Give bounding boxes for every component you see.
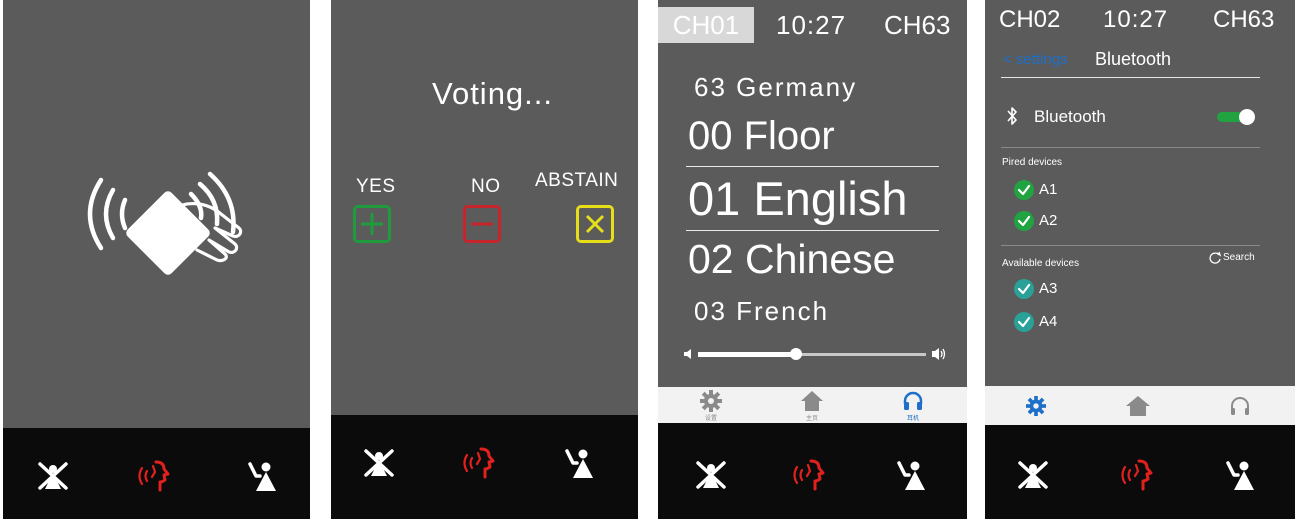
home-tab[interactable]: 主页 (797, 390, 827, 422)
check-icon (1014, 211, 1034, 231)
paired-device-item[interactable]: A1 (1039, 181, 1057, 198)
available-devices-header: Available devices (1002, 258, 1080, 269)
yes-label: YES (356, 176, 396, 197)
bottom-action-bar (331, 415, 638, 519)
volume-low-icon (684, 349, 691, 359)
volume-slider[interactable] (683, 346, 948, 362)
refresh-icon (1209, 251, 1222, 264)
plus-icon (361, 213, 383, 235)
divider (1001, 77, 1260, 78)
search-label: Search (1223, 252, 1255, 263)
settings-caption: 设置 (704, 416, 717, 422)
bluetooth-icon (1007, 107, 1017, 125)
bottom-action-bar (985, 425, 1295, 519)
paired-device-item[interactable]: A2 (1039, 212, 1057, 229)
paired-devices-header: Pired devices (1002, 157, 1063, 168)
nfc-tap-icon (87, 171, 243, 275)
speaking-icon[interactable] (791, 459, 827, 491)
raise-hand-icon[interactable] (247, 460, 277, 492)
yes-button[interactable] (353, 205, 391, 243)
bluetooth-toggle[interactable] (1217, 109, 1257, 125)
headphone-caption: 耳机 (906, 416, 919, 422)
speaking-icon[interactable] (1119, 459, 1155, 491)
page-title: Bluetooth (1095, 49, 1172, 69)
settings-tab[interactable]: 设置 (696, 390, 726, 422)
toggle-knob (1239, 109, 1255, 125)
panel-nfc-card (3, 0, 310, 519)
headphone-tab[interactable]: 耳机 (898, 390, 928, 422)
status-header: CH01 10:27 CH63 (658, 7, 967, 43)
check-icon (1014, 279, 1034, 299)
check-icon (1014, 312, 1034, 332)
available-device-item[interactable]: A3 (1039, 280, 1057, 297)
divider (1001, 245, 1260, 246)
speaking-icon[interactable] (136, 460, 172, 492)
raise-hand-icon[interactable] (1225, 459, 1255, 491)
channel-item[interactable]: 02 Chinese (688, 236, 895, 283)
total-channels: CH63 (884, 10, 951, 40)
back-link[interactable]: < settings (1003, 51, 1068, 68)
divider (686, 230, 939, 231)
bottom-action-bar (658, 423, 967, 519)
mic-off-person-icon[interactable] (1018, 460, 1048, 490)
total-channels: CH63 (1213, 6, 1275, 33)
divider (1001, 147, 1260, 148)
speaking-icon[interactable] (461, 447, 497, 479)
channel-item[interactable]: 63 Germany (694, 72, 857, 103)
minus-icon (471, 222, 493, 226)
abstain-label: ABSTAIN (535, 170, 619, 191)
voting-title: Voting... (431, 76, 554, 111)
headphone-icon (903, 391, 923, 410)
panel-bluetooth-settings: CH02 10:27 CH63 < settings Bluetooth Blu… (985, 0, 1295, 519)
headphone-icon[interactable] (1229, 396, 1251, 416)
current-channel-tab[interactable]: CH01 (658, 7, 754, 43)
abstain-button[interactable] (576, 205, 614, 243)
no-button[interactable] (463, 205, 501, 243)
current-channel: CH02 (999, 6, 1061, 33)
channel-item[interactable]: 03 French (694, 296, 829, 327)
volume-knob[interactable] (790, 348, 803, 360)
mic-off-person-icon[interactable] (696, 460, 726, 490)
clock: 10:27 (776, 10, 847, 40)
mic-off-person-icon[interactable] (364, 448, 394, 478)
home-caption: 主页 (805, 416, 818, 422)
volume-fill (698, 352, 797, 357)
clock: 10:27 (1103, 6, 1169, 33)
mic-off-person-icon[interactable] (38, 461, 68, 491)
channel-item[interactable]: 00 Floor (688, 114, 835, 159)
panel-voting: Voting... YES NO ABSTAIN (331, 0, 638, 519)
home-icon[interactable] (1126, 396, 1150, 416)
bluetooth-row-label: Bluetooth (1034, 107, 1106, 126)
bottom-action-bar (3, 428, 310, 519)
home-icon (801, 391, 823, 411)
raise-hand-icon[interactable] (896, 459, 926, 491)
check-icon (1014, 180, 1034, 200)
no-label: NO (471, 176, 501, 197)
cross-icon (585, 214, 605, 234)
available-device-item[interactable]: A4 (1039, 313, 1057, 330)
volume-high-icon (932, 348, 946, 360)
nav-bar: 设置 主页 耳机 (658, 387, 967, 423)
panel-channel-select: CH01 10:27 CH63 63 Germany 00 Floor 01 E… (658, 0, 967, 519)
status-header: CH02 10:27 CH63 (985, 4, 1295, 36)
nav-bar (985, 386, 1295, 425)
raise-hand-icon[interactable] (564, 447, 594, 479)
divider (686, 166, 939, 167)
gear-icon (700, 390, 722, 412)
gear-icon[interactable] (1026, 396, 1046, 416)
channel-item-selected[interactable]: 01 English (688, 171, 908, 226)
